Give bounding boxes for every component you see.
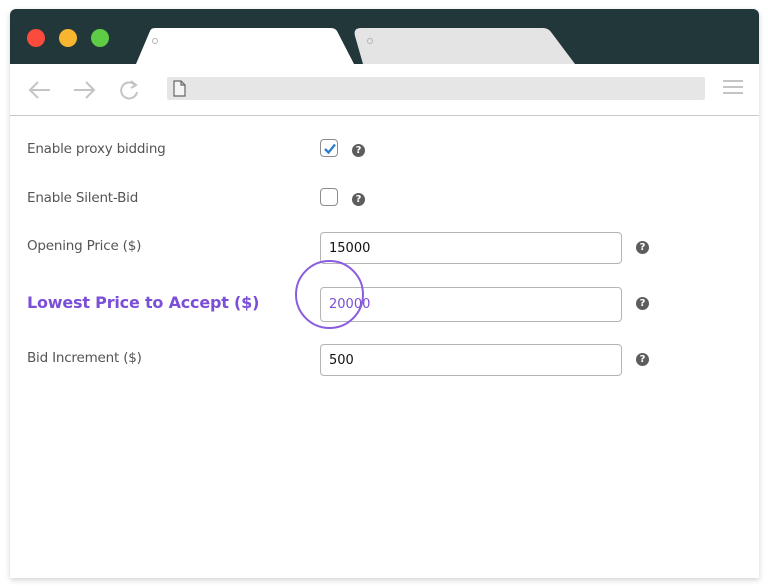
arrow-right-icon[interactable] [72, 78, 96, 102]
document-icon [173, 80, 186, 97]
tab-favicon-icon [152, 38, 158, 44]
opening-price-input[interactable] [320, 232, 622, 264]
lowest-price-label: Lowest Price to Accept ($) [27, 293, 260, 312]
address-bar[interactable] [167, 77, 705, 100]
help-icon[interactable]: ? [636, 241, 649, 254]
tab-inactive[interactable] [353, 28, 578, 64]
hamburger-menu-icon[interactable] [723, 80, 743, 96]
proxy-bidding-label: Enable proxy bidding [27, 141, 166, 157]
bid-increment-input[interactable] [320, 344, 622, 376]
silent-bid-label: Enable Silent-Bid [27, 190, 139, 206]
help-icon[interactable]: ? [352, 193, 365, 206]
tab-favicon-icon [367, 38, 373, 44]
bid-increment-label: Bid Increment ($) [27, 350, 142, 366]
lowest-price-input[interactable] [320, 287, 622, 322]
maximize-window-button[interactable] [91, 29, 109, 47]
title-bar [10, 9, 759, 64]
checkmark-icon [324, 143, 336, 155]
browser-toolbar [10, 64, 759, 116]
help-icon[interactable]: ? [636, 353, 649, 366]
arrow-left-icon[interactable] [28, 78, 52, 102]
help-icon[interactable]: ? [636, 297, 649, 310]
opening-price-label: Opening Price ($) [27, 238, 142, 254]
help-icon[interactable]: ? [352, 144, 365, 157]
tab-shape [354, 28, 575, 64]
browser-window: Enable proxy bidding ? Enable Silent-Bid… [10, 9, 759, 578]
reload-icon[interactable] [118, 78, 142, 102]
auction-settings-form: Enable proxy bidding ? Enable Silent-Bid… [10, 116, 759, 578]
tab-active[interactable] [136, 28, 364, 64]
minimize-window-button[interactable] [59, 29, 77, 47]
close-window-button[interactable] [27, 29, 45, 47]
proxy-bidding-checkbox[interactable] [320, 139, 338, 157]
silent-bid-checkbox[interactable] [320, 188, 338, 206]
tab-shape [136, 28, 354, 64]
